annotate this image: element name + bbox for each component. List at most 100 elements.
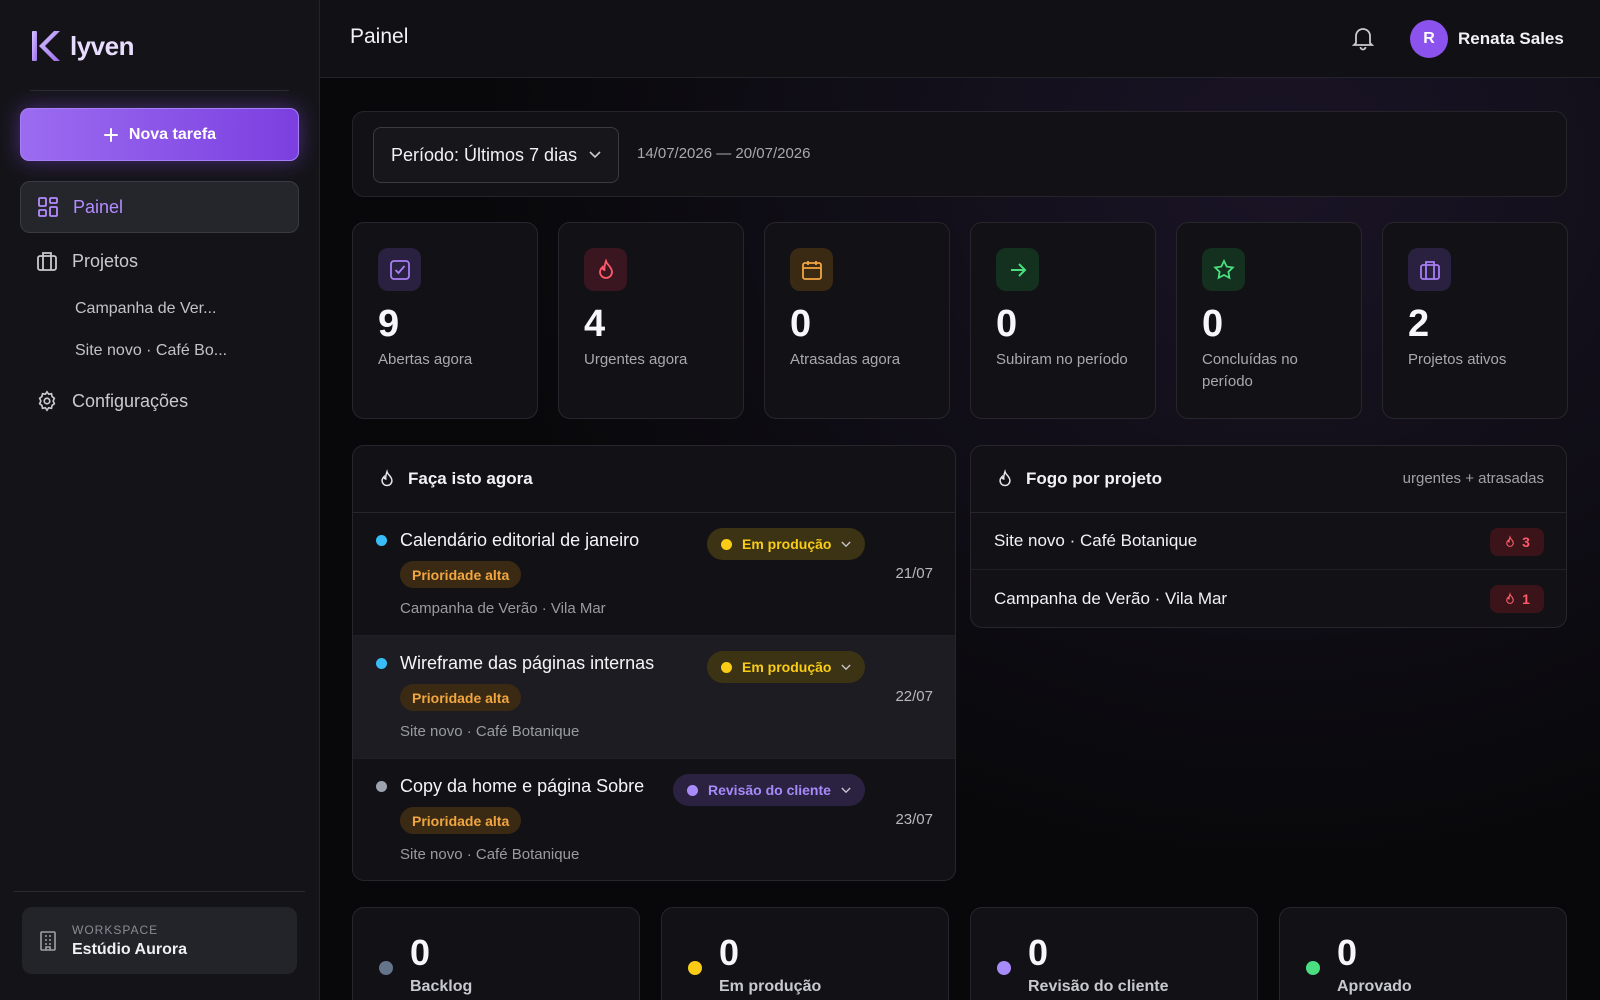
status-dropdown[interactable]: Revisão do cliente bbox=[673, 774, 865, 806]
status-label: Revisão do cliente bbox=[708, 782, 831, 798]
status-dropdown[interactable]: Em produção bbox=[707, 528, 866, 560]
status-name: Em produção bbox=[719, 978, 822, 995]
task-status-dot bbox=[376, 781, 387, 792]
stat-label: Abertas agora bbox=[378, 351, 473, 368]
arrow-right-icon bbox=[996, 248, 1039, 291]
flame-icon bbox=[584, 248, 627, 291]
chevron-down-icon bbox=[841, 787, 851, 793]
status-label: Em produção bbox=[742, 536, 832, 552]
stat-card-open: 9 Abertas agora bbox=[352, 222, 538, 419]
fire-project-name: Campanha de Verão · Vila Mar bbox=[994, 588, 1228, 608]
stat-value: 0 bbox=[996, 303, 1018, 345]
status-dropdown[interactable]: Em produção bbox=[707, 651, 866, 683]
page-title: Painel bbox=[350, 25, 409, 48]
status-dot bbox=[721, 538, 732, 550]
status-dot bbox=[687, 784, 698, 796]
fire-count-badge: 1 bbox=[1490, 585, 1544, 613]
divider bbox=[30, 90, 289, 91]
workspace-name: Estúdio Aurora bbox=[72, 940, 187, 958]
nav-project-item[interactable]: Campanha de Ver... bbox=[75, 300, 216, 318]
flame-icon bbox=[381, 469, 393, 487]
sidebar: lyven Nova tarefa Painel Projetos Campan… bbox=[0, 0, 320, 1000]
task-row[interactable]: Copy da home e página Sobre Prioridade a… bbox=[353, 759, 955, 880]
stat-value: 0 bbox=[1202, 303, 1224, 345]
stat-value: 9 bbox=[378, 303, 400, 345]
status-card-approved[interactable]: 0 Aprovado bbox=[1279, 907, 1567, 1000]
status-dot bbox=[997, 961, 1011, 975]
status-card-in-production[interactable]: 0 Em produção bbox=[661, 907, 949, 1000]
stat-card-moved-up: 0 Subiram no período bbox=[970, 222, 1156, 419]
fire-count: 1 bbox=[1522, 591, 1530, 607]
nav-label-dashboard: Painel bbox=[73, 196, 124, 217]
logo-text: lyven bbox=[70, 30, 135, 61]
panel-title: Fogo por projeto bbox=[1026, 469, 1162, 488]
new-task-button[interactable]: Nova tarefa bbox=[20, 108, 299, 161]
nav-item-settings[interactable]: Configurações bbox=[20, 375, 299, 427]
chevron-down-icon bbox=[589, 151, 601, 159]
status-card-backlog[interactable]: 0 Backlog bbox=[352, 907, 640, 1000]
stat-value: 4 bbox=[584, 303, 606, 345]
stat-value: 2 bbox=[1408, 303, 1430, 345]
status-name: Aprovado bbox=[1337, 978, 1412, 995]
stat-label: Projetos ativos bbox=[1408, 351, 1507, 368]
panel-header: Faça isto agora bbox=[353, 446, 955, 513]
priority-badge: Prioridade alta bbox=[400, 561, 522, 588]
status-card-client-review[interactable]: 0 Revisão do cliente bbox=[970, 907, 1258, 1000]
fire-project-row[interactable]: Site novo · Café Botanique 3 bbox=[971, 513, 1566, 570]
fire-count: 3 bbox=[1522, 534, 1530, 550]
flame-icon bbox=[1506, 592, 1514, 604]
plus-icon bbox=[103, 127, 118, 142]
divider bbox=[14, 891, 305, 892]
task-project: Campanha de Verão · Vila Mar bbox=[400, 600, 606, 617]
panel-title: Faça isto agora bbox=[408, 469, 533, 488]
task-row[interactable]: Calendário editorial de janeiro Priorida… bbox=[353, 513, 955, 636]
briefcase-icon bbox=[1408, 248, 1451, 291]
panel-header: Fogo por projeto urgentes + atrasadas bbox=[971, 446, 1566, 513]
flame-icon bbox=[1506, 535, 1514, 547]
task-row[interactable]: Wireframe das páginas internas Prioridad… bbox=[353, 636, 955, 759]
status-count: 0 bbox=[719, 932, 740, 973]
task-due-date: 23/07 bbox=[895, 811, 933, 828]
status-count: 0 bbox=[1028, 932, 1049, 973]
avatar[interactable]: R bbox=[1410, 20, 1448, 58]
flame-icon bbox=[999, 469, 1011, 487]
logo-icon bbox=[32, 31, 60, 61]
user-name[interactable]: Renata Sales bbox=[1458, 29, 1564, 49]
task-title[interactable]: Calendário editorial de janeiro bbox=[400, 530, 639, 551]
stat-label: Urgentes agora bbox=[584, 351, 688, 368]
workspace-switcher[interactable]: WORKSPACE Estúdio Aurora bbox=[22, 907, 297, 974]
dashboard-icon bbox=[38, 197, 58, 217]
top-bar: Painel R Renata Sales bbox=[320, 0, 1600, 78]
status-count: 0 bbox=[1337, 932, 1358, 973]
nav-project-item[interactable]: Site novo · Café Bo... bbox=[75, 342, 227, 360]
period-select[interactable]: Período: Últimos 7 dias bbox=[373, 127, 619, 183]
task-title[interactable]: Wireframe das páginas internas bbox=[400, 653, 654, 674]
period-select-label: Período: Últimos 7 dias bbox=[391, 144, 578, 165]
stat-label: Subiram no período bbox=[996, 351, 1128, 368]
task-title[interactable]: Copy da home e página Sobre bbox=[400, 776, 644, 797]
fire-project-name: Site novo · Café Botanique bbox=[994, 531, 1198, 550]
bell-icon[interactable] bbox=[1350, 24, 1376, 52]
nav-label-settings: Configurações bbox=[72, 390, 189, 411]
task-project: Site novo · Café Botanique bbox=[400, 846, 580, 863]
fire-by-project-panel: Fogo por projeto urgentes + atrasadas Si… bbox=[970, 445, 1567, 628]
status-label: Em produção bbox=[742, 659, 832, 675]
checkbox-icon bbox=[378, 248, 421, 291]
task-status-dot bbox=[376, 658, 387, 669]
new-task-label: Nova tarefa bbox=[128, 125, 217, 143]
main-content: Período: Últimos 7 dias 14/07/2026 — 20/… bbox=[320, 78, 1600, 1000]
fire-count-badge: 3 bbox=[1490, 528, 1544, 556]
period-range: 14/07/2026 — 20/07/2026 bbox=[637, 145, 811, 162]
status-name: Revisão do cliente bbox=[1028, 978, 1169, 995]
fire-project-row[interactable]: Campanha de Verão · Vila Mar 1 bbox=[971, 570, 1566, 627]
briefcase-icon bbox=[37, 252, 57, 271]
task-due-date: 22/07 bbox=[895, 688, 933, 705]
stat-label: Atrasadas agora bbox=[790, 351, 901, 368]
nav-item-dashboard[interactable]: Painel bbox=[20, 181, 299, 233]
status-name: Backlog bbox=[410, 978, 473, 995]
status-count: 0 bbox=[410, 932, 431, 973]
period-filter-bar: Período: Últimos 7 dias 14/07/2026 — 20/… bbox=[352, 111, 1567, 197]
logo[interactable]: lyven bbox=[30, 26, 135, 66]
priority-badge: Prioridade alta bbox=[400, 684, 522, 711]
nav-item-projects[interactable]: Projetos bbox=[20, 235, 299, 287]
